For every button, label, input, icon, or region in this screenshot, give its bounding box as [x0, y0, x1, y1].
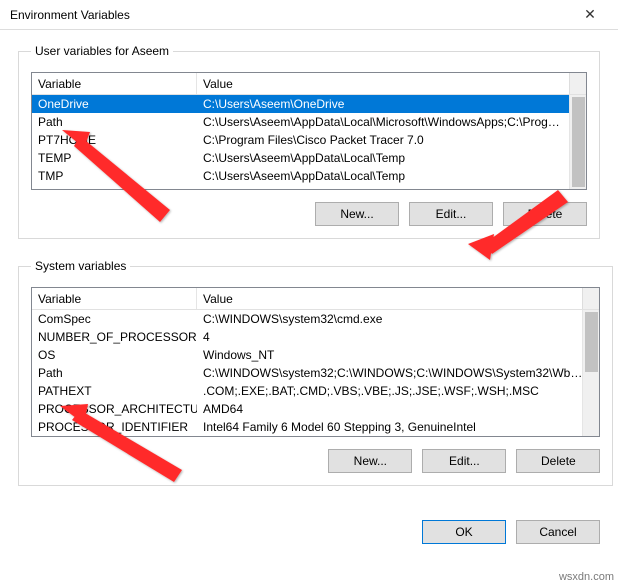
cell-variable: TMP: [32, 169, 197, 183]
system-variables-table[interactable]: Variable Value ComSpecC:\WINDOWS\system3…: [31, 287, 600, 437]
scrollbar[interactable]: [582, 310, 599, 436]
scrollbar-header-gap: [569, 73, 586, 94]
cell-value: 4: [197, 330, 582, 344]
window-title: Environment Variables: [10, 8, 130, 22]
system-variables-group: System variables Variable Value ComSpecC…: [18, 259, 613, 486]
user-variables-group: User variables for Aseem Variable Value …: [18, 44, 600, 239]
user-edit-button[interactable]: Edit...: [409, 202, 493, 226]
table-row[interactable]: OSWindows_NT: [32, 346, 599, 364]
user-table-header: Variable Value: [32, 73, 586, 95]
watermark: wsxdn.com: [559, 571, 614, 583]
system-table-header: Variable Value: [32, 288, 599, 310]
cell-variable: Path: [32, 115, 197, 129]
user-new-button[interactable]: New...: [315, 202, 399, 226]
cell-value: Windows_NT: [197, 348, 582, 362]
table-row[interactable]: ComSpecC:\WINDOWS\system32\cmd.exe: [32, 310, 599, 328]
user-variables-table[interactable]: Variable Value OneDriveC:\Users\Aseem\On…: [31, 72, 587, 190]
cell-value: AMD64: [197, 402, 582, 416]
scrollbar-thumb[interactable]: [585, 312, 598, 372]
cell-variable: OneDrive: [32, 97, 197, 111]
system-delete-button[interactable]: Delete: [516, 449, 600, 473]
table-row[interactable]: TMPC:\Users\Aseem\AppData\Local\Temp: [32, 167, 586, 185]
table-row[interactable]: OneDriveC:\Users\Aseem\OneDrive: [32, 95, 586, 113]
cancel-button[interactable]: Cancel: [516, 520, 600, 544]
titlebar: Environment Variables ✕: [0, 0, 618, 30]
cell-value: C:\Users\Aseem\AppData\Local\Temp: [197, 169, 569, 183]
scrollbar-header-gap: [582, 288, 599, 309]
cell-variable: OS: [32, 348, 197, 362]
cell-value: C:\Program Files\Cisco Packet Tracer 7.0: [197, 133, 569, 147]
cell-variable: Path: [32, 366, 197, 380]
table-row[interactable]: PROCESSOR_IDENTIFIERIntel64 Family 6 Mod…: [32, 418, 599, 436]
col-header-value[interactable]: Value: [197, 288, 582, 309]
cell-variable: ComSpec: [32, 312, 197, 326]
cell-variable: PROCESSOR_IDENTIFIER: [32, 420, 197, 434]
table-row[interactable]: PathC:\Users\Aseem\AppData\Local\Microso…: [32, 113, 586, 131]
cell-value: C:\Users\Aseem\AppData\Local\Temp: [197, 151, 569, 165]
table-row[interactable]: PROCESSOR_ARCHITECTUREAMD64: [32, 400, 599, 418]
cell-value: .COM;.EXE;.BAT;.CMD;.VBS;.VBE;.JS;.JSE;.…: [197, 384, 582, 398]
cell-value: Intel64 Family 6 Model 60 Stepping 3, Ge…: [197, 420, 582, 434]
table-row[interactable]: NUMBER_OF_PROCESSORS4: [32, 328, 599, 346]
scrollbar[interactable]: [569, 95, 586, 189]
col-header-variable[interactable]: Variable: [32, 73, 197, 94]
table-row[interactable]: PT7HOMEC:\Program Files\Cisco Packet Tra…: [32, 131, 586, 149]
system-edit-button[interactable]: Edit...: [422, 449, 506, 473]
user-delete-button[interactable]: Delete: [503, 202, 587, 226]
cell-value: C:\WINDOWS\system32;C:\WINDOWS;C:\WINDOW…: [197, 366, 582, 380]
table-row[interactable]: TEMPC:\Users\Aseem\AppData\Local\Temp: [32, 149, 586, 167]
user-variables-legend: User variables for Aseem: [31, 44, 173, 58]
scrollbar-thumb[interactable]: [572, 97, 585, 187]
cell-value: C:\Users\Aseem\AppData\Local\Microsoft\W…: [197, 115, 569, 129]
cell-variable: PATHEXT: [32, 384, 197, 398]
col-header-variable[interactable]: Variable: [32, 288, 197, 309]
cell-variable: NUMBER_OF_PROCESSORS: [32, 330, 197, 344]
col-header-value[interactable]: Value: [197, 73, 569, 94]
system-new-button[interactable]: New...: [328, 449, 412, 473]
cell-variable: TEMP: [32, 151, 197, 165]
system-variables-legend: System variables: [31, 259, 130, 273]
cell-variable: PT7HOME: [32, 133, 197, 147]
system-table-body: ComSpecC:\WINDOWS\system32\cmd.exeNUMBER…: [32, 310, 599, 436]
ok-button[interactable]: OK: [422, 520, 506, 544]
cell-value: C:\Users\Aseem\OneDrive: [197, 97, 569, 111]
cell-value: C:\WINDOWS\system32\cmd.exe: [197, 312, 582, 326]
table-row[interactable]: PATHEXT.COM;.EXE;.BAT;.CMD;.VBS;.VBE;.JS…: [32, 382, 599, 400]
table-row[interactable]: PathC:\WINDOWS\system32;C:\WINDOWS;C:\WI…: [32, 364, 599, 382]
close-icon[interactable]: ✕: [570, 1, 610, 29]
user-table-body: OneDriveC:\Users\Aseem\OneDrivePathC:\Us…: [32, 95, 586, 189]
cell-variable: PROCESSOR_ARCHITECTURE: [32, 402, 197, 416]
